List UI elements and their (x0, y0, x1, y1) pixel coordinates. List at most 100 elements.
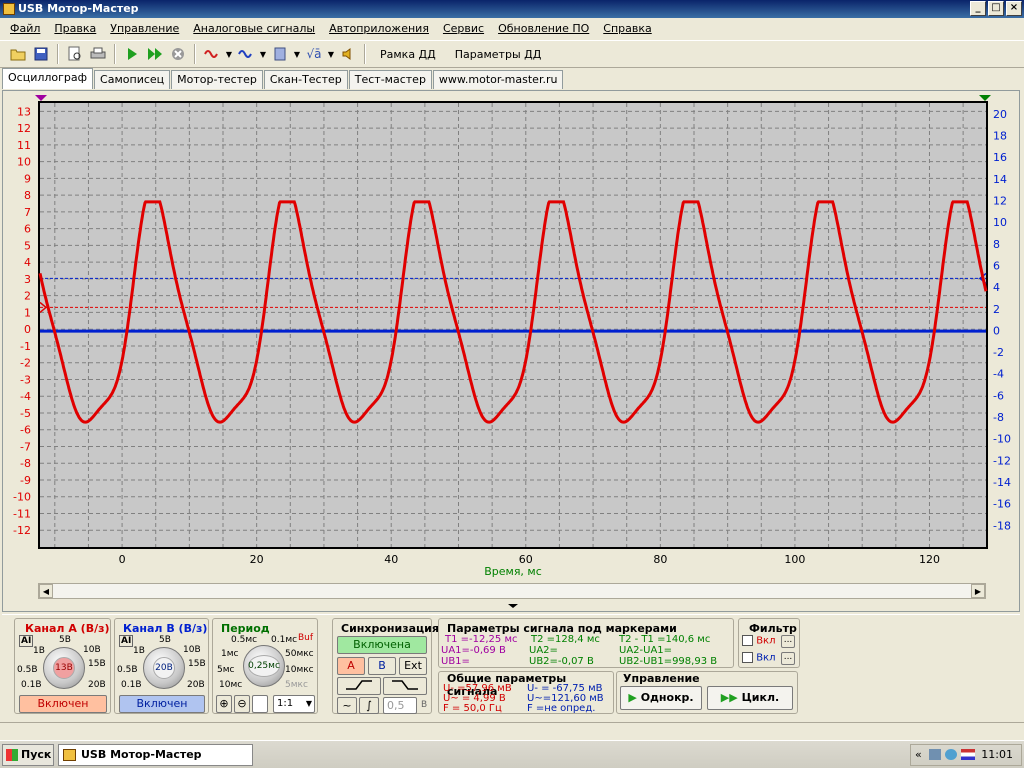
oscilloscope-chart[interactable]: 131211109876543210-1-2-3-4-5-6-7-8-9-10-… (3, 91, 1019, 611)
channel-b-ai-badge[interactable]: AI (119, 635, 134, 647)
cycle-run-button[interactable]: ▶▶ Цикл. (707, 686, 793, 710)
scroll-right-icon[interactable]: ▶ (971, 584, 985, 598)
save-icon[interactable] (31, 44, 51, 64)
y-right-tick-label: 6 (993, 259, 1000, 272)
menu-control[interactable]: Управление (103, 22, 186, 35)
channel-a-knob[interactable]: 13В (43, 647, 85, 689)
maximize-button[interactable]: □ (988, 1, 1004, 16)
menu-help[interactable]: Справка (596, 22, 658, 35)
menu-edit[interactable]: Правка (47, 22, 103, 35)
open-folder-icon[interactable] (8, 44, 28, 64)
calculator-icon[interactable] (270, 44, 290, 64)
y-left-tick-label: -2 (20, 357, 31, 370)
ub1-value: UB1= (441, 656, 470, 667)
scale-label: 15В (188, 659, 206, 669)
rising-edge-icon[interactable] (337, 677, 381, 695)
ratio-select[interactable]: 1:1 ▼ (273, 695, 315, 713)
menu-file[interactable]: Файл (3, 22, 47, 35)
scroll-left-icon[interactable]: ◀ (39, 584, 53, 598)
toolbar: ▼ ▼ ▼ √ā ▼ Рамка ДД Параметры ДД (0, 40, 1024, 68)
stop-icon[interactable] (168, 44, 188, 64)
channel-a-ai-badge[interactable]: AI (19, 635, 34, 647)
sync-level-input[interactable]: 0,5 (383, 697, 417, 714)
y-right-tick-label: 0 (993, 324, 1000, 337)
dub-value: UB2-UB1=998,93 В (619, 656, 718, 667)
params-button[interactable]: Параметры ДД (447, 48, 550, 61)
ratio-value: 1:1 (277, 698, 294, 709)
filter-a-checkbox[interactable] (742, 635, 753, 646)
dropdown-arrow-icon[interactable]: ▼ (327, 44, 335, 64)
wave-icon[interactable] (236, 44, 256, 64)
taskbar-app-item[interactable]: USB Мотор-Мастер (58, 744, 253, 766)
expand-arrow-icon[interactable] (508, 604, 518, 608)
speaker-icon[interactable] (338, 44, 358, 64)
print-icon[interactable] (88, 44, 108, 64)
tab-oscilloscope[interactable]: Осциллограф (2, 68, 94, 89)
time-scrollbar[interactable]: ◀ ▶ (38, 583, 986, 599)
menu-analog-signals[interactable]: Аналоговые сигналы (186, 22, 322, 35)
signal-icon[interactable] (202, 44, 222, 64)
single-run-button[interactable]: ▶ Однокр. (620, 686, 702, 710)
marker-t2-handle-icon[interactable] (979, 95, 991, 101)
y-right-tick-label: -2 (993, 346, 1004, 359)
frame-button[interactable]: Рамка ДД (372, 48, 444, 61)
menu-service[interactable]: Сервис (436, 22, 491, 35)
channel-a-value: 13В (53, 657, 75, 679)
language-flag-icon[interactable] (961, 749, 975, 760)
y-left-tick-label: 6 (24, 223, 31, 236)
filter-b-checkbox[interactable] (742, 652, 753, 663)
close-button[interactable]: × (1006, 1, 1022, 16)
tab-test-master[interactable]: Тест-мастер (348, 70, 432, 89)
zoom-in-icon[interactable]: ⊕ (216, 695, 232, 713)
fast-forward-icon[interactable] (145, 44, 165, 64)
sync-mode-icon[interactable]: ~ (337, 697, 357, 714)
filter-a-settings-button[interactable]: ... (781, 635, 795, 648)
title-bar: USB Мотор-Мастер _ □ × (0, 0, 1024, 18)
menu-update[interactable]: Обновление ПО (491, 22, 596, 35)
print-preview-icon[interactable] (65, 44, 85, 64)
y-left-tick-label: 9 (24, 172, 31, 185)
period-title: Период (221, 622, 270, 635)
dropdown-arrow-icon[interactable]: ▼ (259, 44, 267, 64)
y-right-tick-label: -12 (993, 454, 1011, 467)
channel-b-enable-button[interactable]: Включен (119, 695, 205, 713)
b-freq-value: F =не опред. (527, 703, 596, 714)
y-right-tick-label: 8 (993, 238, 1000, 251)
zoom-out-icon[interactable]: ⊖ (234, 695, 250, 713)
dua-value: UA2-UA1= (619, 645, 673, 656)
start-button[interactable]: Пуск (2, 744, 54, 766)
network-icon[interactable] (929, 749, 941, 760)
channel-b-knob[interactable]: 20В (143, 647, 185, 689)
scale-label: 0.5В (17, 665, 38, 675)
tray-app-icon[interactable] (945, 749, 957, 760)
tab-motor-tester[interactable]: Мотор-тестер (171, 70, 263, 89)
tab-website[interactable]: www.motor-master.ru (432, 70, 564, 89)
sync-enable-button[interactable]: Включена (337, 636, 427, 654)
y-left-tick-label: 11 (17, 139, 31, 152)
marker-t1-handle-icon[interactable] (35, 95, 47, 101)
sync-b-button[interactable]: В (368, 657, 396, 675)
x-tick-label: 120 (919, 553, 940, 566)
sync-level-unit: В (421, 700, 428, 710)
page-icon[interactable] (252, 695, 268, 713)
dropdown-arrow-icon[interactable]: ▼ (293, 44, 301, 64)
sync-ext-button[interactable]: Ext (399, 657, 427, 675)
dropdown-arrow-icon[interactable]: ▼ (225, 44, 233, 64)
filter-b-settings-button[interactable]: ... (781, 652, 795, 665)
tray-collapse-icon[interactable]: « (915, 745, 922, 765)
y-right-tick-label: 2 (993, 303, 1000, 316)
play-icon[interactable] (122, 44, 142, 64)
minimize-button[interactable]: _ (970, 1, 986, 16)
channel-a-enable-button[interactable]: Включен (19, 695, 107, 713)
menu-autoapps[interactable]: Автоприложения (322, 22, 436, 35)
sync-title: Синхронизация (341, 622, 439, 635)
sync-mode2-icon[interactable]: ∫ (359, 697, 379, 714)
falling-edge-icon[interactable] (383, 677, 427, 695)
tab-scan-tester[interactable]: Скан-Тестер (263, 70, 348, 89)
period-knob[interactable]: 0,25мс (243, 645, 285, 687)
sync-a-button[interactable]: А (337, 657, 365, 675)
tab-recorder[interactable]: Самописец (94, 70, 171, 89)
sqrt-icon[interactable]: √ā (304, 44, 324, 64)
filter-b-row: Вкл (742, 652, 775, 664)
y-left-tick-label: -4 (20, 390, 31, 403)
